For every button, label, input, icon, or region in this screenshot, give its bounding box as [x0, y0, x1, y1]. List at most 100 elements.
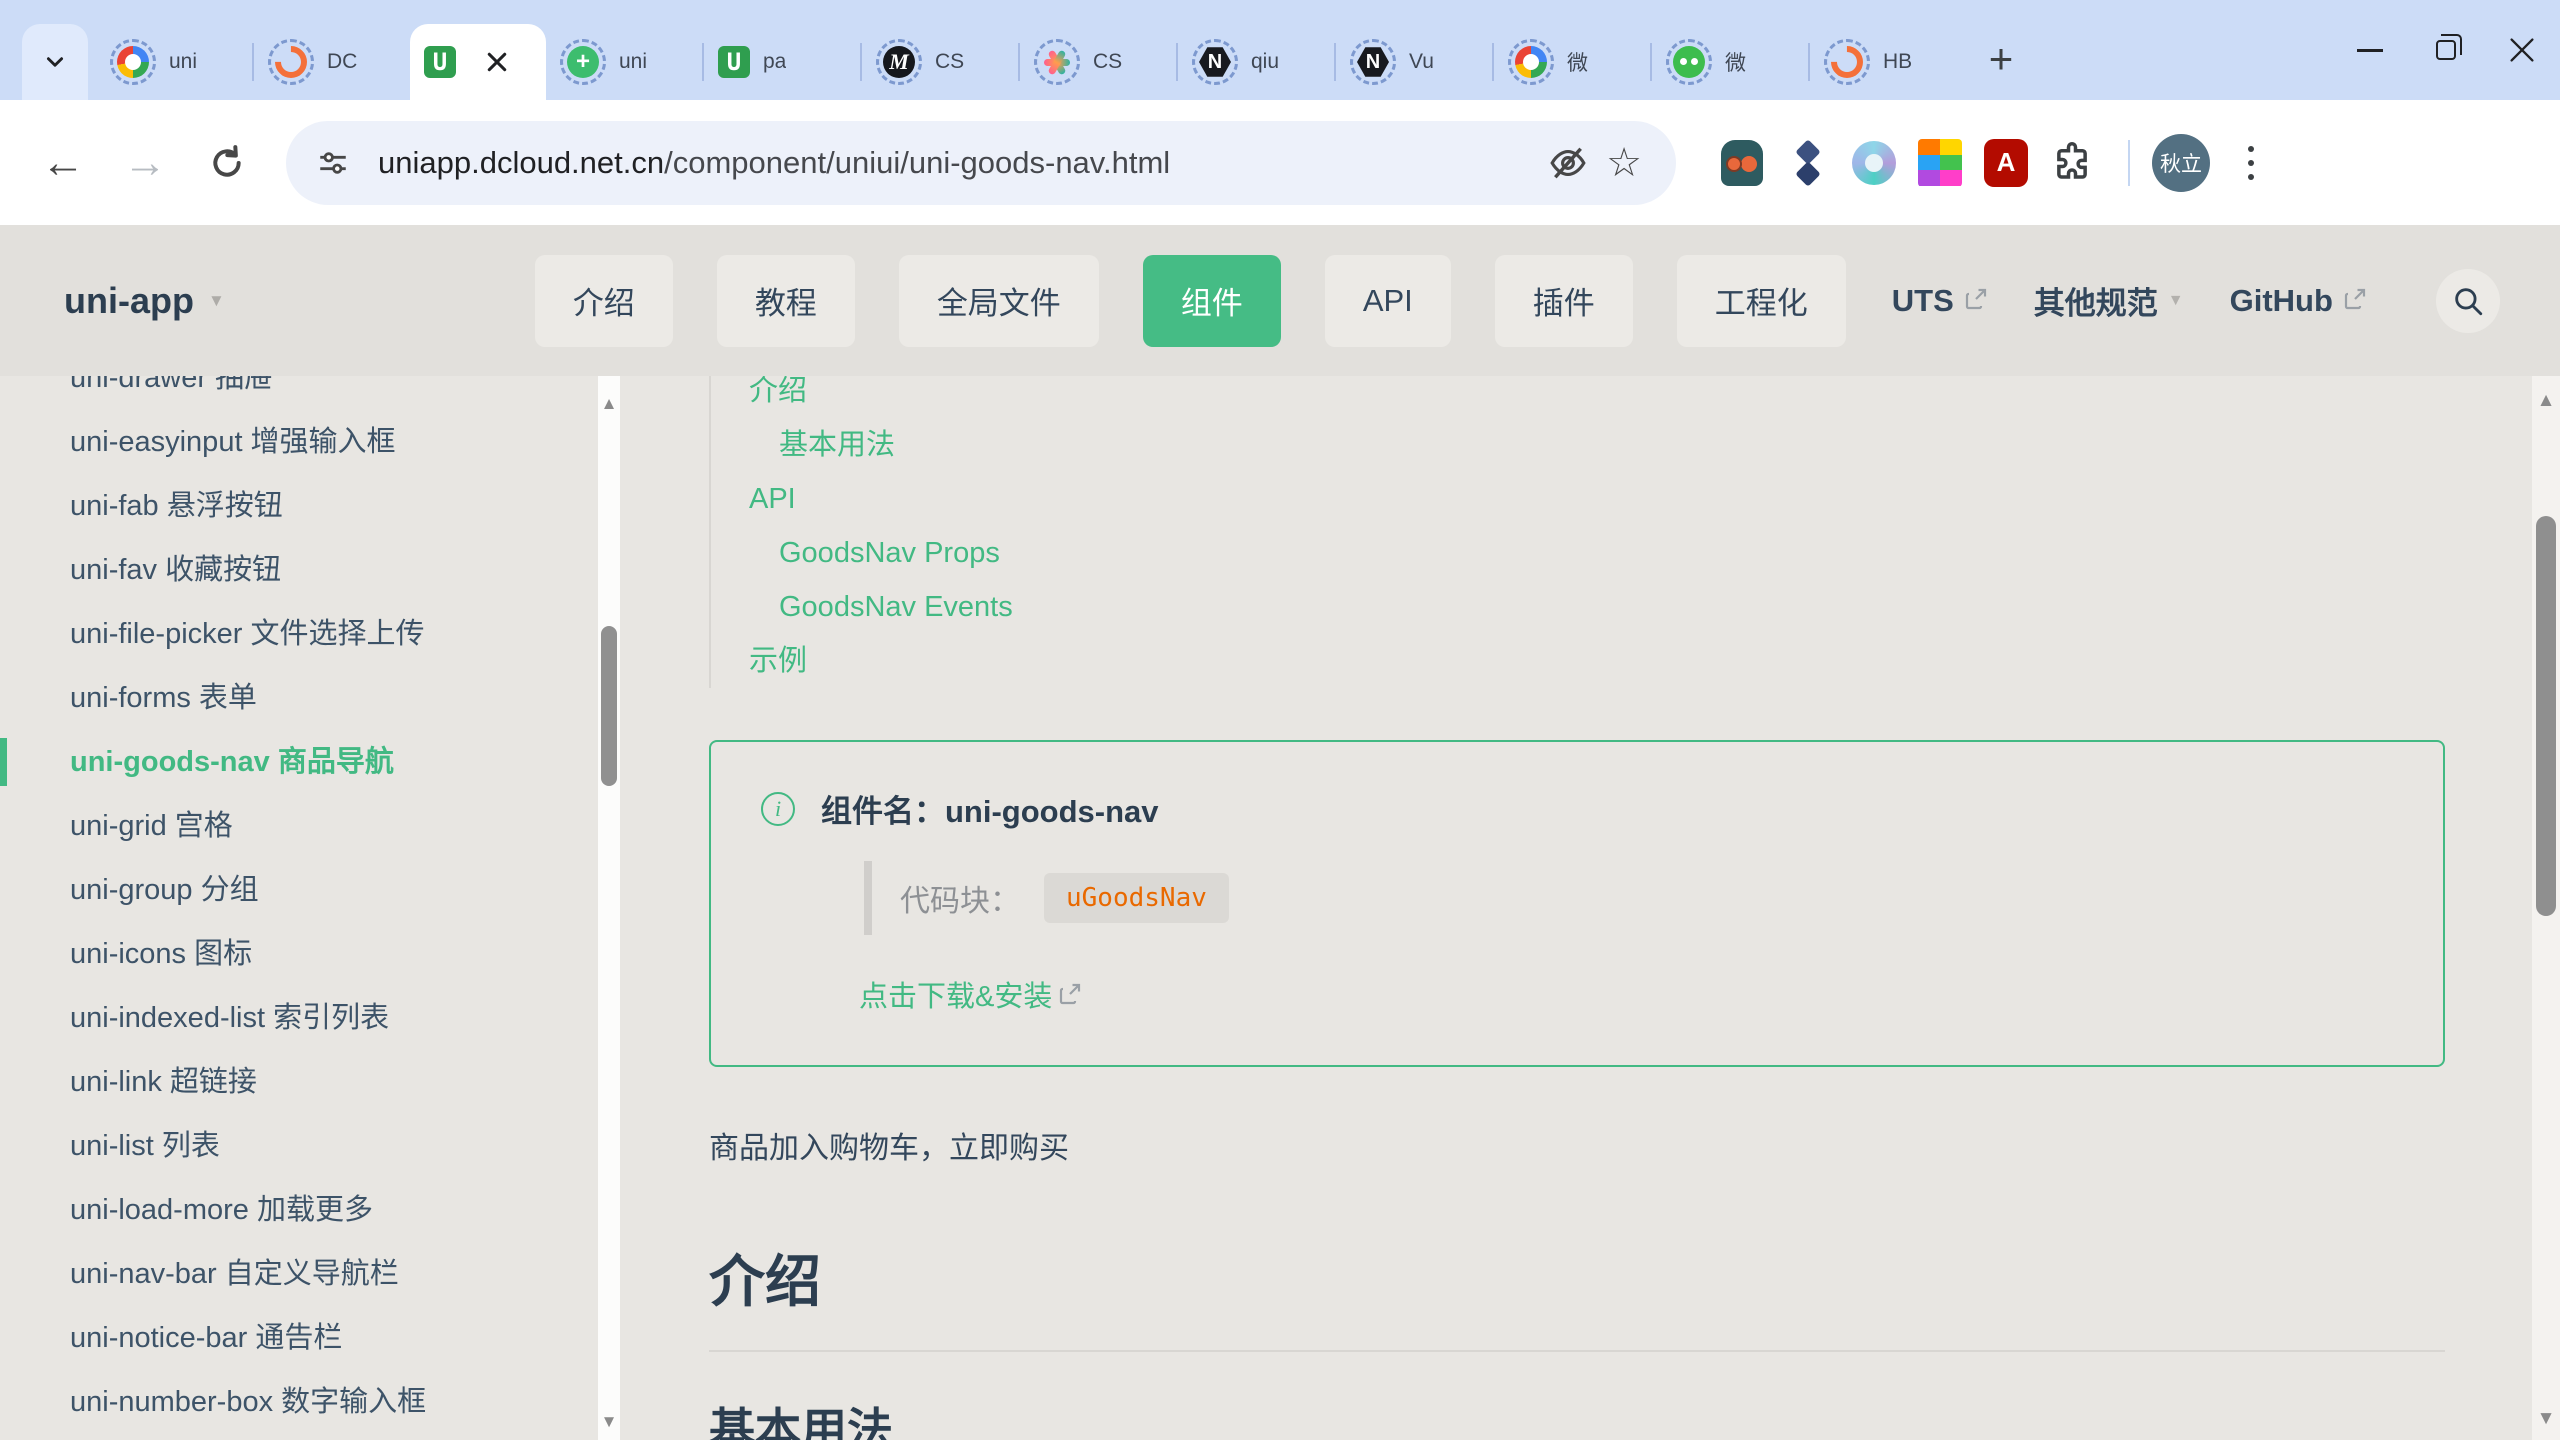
browser-tab[interactable]: 微 — [1652, 24, 1808, 100]
browser-tab[interactable]: U pa — [704, 24, 860, 100]
memory-saver-ring: M — [876, 39, 922, 85]
extensions-row: A — [1720, 141, 2094, 185]
tab-search-button[interactable] — [22, 24, 88, 100]
toc-link[interactable]: 示例 — [749, 634, 1013, 688]
sidebar-item[interactable]: uni-file-picker 文件选择上传 — [0, 602, 598, 666]
nav-item-tutorial[interactable]: 教程 — [717, 255, 855, 347]
nav-item-api[interactable]: API — [1325, 255, 1451, 347]
scroll-up-icon[interactable]: ▲ — [598, 394, 620, 414]
sidebar-item[interactable]: uni-grid 宫格 — [0, 794, 598, 858]
sidebar-item[interactable]: uni-forms 表单 — [0, 666, 598, 730]
tab-title: CS — [935, 50, 964, 74]
nav-item-intro[interactable]: 介绍 — [535, 255, 673, 347]
browser-tab[interactable]: N qiu — [1178, 24, 1334, 100]
new-tab-button[interactable]: + — [1972, 30, 2030, 88]
address-bar[interactable]: uniapp.dcloud.net.cn/component/uniui/uni… — [286, 121, 1676, 205]
memory-saver-ring — [1666, 39, 1712, 85]
reload-button[interactable] — [190, 126, 264, 200]
back-button[interactable]: ← — [26, 126, 100, 200]
search-button[interactable] — [2436, 269, 2500, 333]
uniapp-icon: U — [424, 46, 456, 78]
browser-tab[interactable]: CS — [1020, 24, 1176, 100]
tab-title: Vu — [1409, 50, 1434, 74]
toolbar-separator — [2128, 140, 2130, 186]
code-block-quote: 代码块： uGoodsNav — [864, 861, 2393, 935]
sidebar-item[interactable]: uni-nav-bar 自定义导航栏 — [0, 1242, 598, 1306]
forward-button[interactable]: → — [108, 126, 182, 200]
m-circle-icon: M — [883, 46, 915, 78]
tab-title: uni — [619, 50, 647, 74]
profile-avatar[interactable]: 秋立 — [2152, 134, 2210, 192]
browser-tab[interactable]: HB — [1810, 24, 1966, 100]
nav-item-plugins[interactable]: 插件 — [1495, 255, 1633, 347]
memory-saver-ring — [110, 39, 156, 85]
close-button[interactable] — [2484, 0, 2560, 100]
sidebar-item[interactable]: uni-easyinput 增强输入框 — [0, 410, 598, 474]
privacy-eye-off-icon[interactable] — [1540, 135, 1596, 191]
extension-acrobat-icon[interactable]: A — [1984, 141, 2028, 185]
browser-tab[interactable]: + uni — [546, 24, 702, 100]
google-icon — [1515, 46, 1547, 78]
toc-link[interactable]: 介绍 — [749, 376, 1013, 418]
scroll-up-icon[interactable]: ▲ — [2532, 390, 2560, 412]
browser-toolbar: ← → uniapp.dcloud.net.cn/component/uniui… — [0, 100, 2560, 225]
toc-link[interactable]: API — [749, 472, 1013, 526]
scroll-down-icon[interactable]: ▼ — [2532, 1408, 2560, 1430]
extension-swirl-icon[interactable] — [1852, 141, 1896, 185]
sidebar-item[interactable]: uni-notice-bar 通告栏 — [0, 1306, 598, 1370]
link-github[interactable]: GitHub — [2230, 283, 2367, 319]
nav-item-global-files[interactable]: 全局文件 — [899, 255, 1099, 347]
browser-tab-active[interactable]: U — [410, 24, 546, 100]
extension-clover-icon[interactable] — [1786, 141, 1830, 185]
scroll-down-icon[interactable]: ▼ — [598, 1412, 620, 1432]
sidebar-item[interactable]: uni-drawer 抽屉 — [0, 376, 598, 410]
nav-item-components[interactable]: 组件 — [1143, 255, 1281, 347]
site-logo[interactable]: uni-app ▼ — [64, 280, 225, 322]
uniapp-icon: U — [718, 46, 750, 78]
back-icon: ← — [41, 141, 85, 185]
toc-link[interactable]: GoodsNav Props — [749, 526, 1013, 580]
sidebar-item[interactable]: uni-group 分组 — [0, 858, 598, 922]
minimize-button[interactable] — [2332, 0, 2408, 100]
sidebar-item[interactable]: uni-fav 收藏按钮 — [0, 538, 598, 602]
sidebar-item[interactable]: uni-link 超链接 — [0, 1050, 598, 1114]
sidebar-item[interactable]: uni-icons 图标 — [0, 922, 598, 986]
link-uts[interactable]: UTS — [1892, 283, 1988, 319]
link-other-specs[interactable]: 其他规范 ▼ — [2034, 278, 2184, 323]
extension-skull-icon[interactable] — [1720, 141, 1764, 185]
sidebar-item[interactable]: uni-load-more 加载更多 — [0, 1178, 598, 1242]
sidebar-scrollbar[interactable]: ▲ ▼ — [598, 376, 620, 1440]
table-of-contents: 介绍 基本用法 API GoodsNav Props GoodsNav Even… — [709, 376, 1013, 688]
browser-tab[interactable]: uni — [96, 24, 252, 100]
extensions-puzzle-icon[interactable] — [2050, 141, 2094, 185]
n-hexagon-icon: N — [1199, 46, 1231, 78]
download-install-link[interactable]: 点击下载&安装 — [859, 973, 1082, 1015]
browser-tab[interactable]: DC — [254, 24, 410, 100]
url-host: uniapp.dcloud.net.cn — [378, 145, 664, 180]
tab-close-icon[interactable] — [486, 51, 508, 73]
sidebar-item[interactable]: uni-indexed-list 索引列表 — [0, 986, 598, 1050]
sidebar-item[interactable]: uni-number-box 数字输入框 — [0, 1370, 598, 1434]
restore-button[interactable] — [2408, 0, 2484, 100]
component-info-box: i 组件名：uni-goods-nav 代码块： uGoodsNav 点击下载&… — [709, 740, 2445, 1067]
browser-tab[interactable]: N Vu — [1336, 24, 1492, 100]
extension-color-grid-icon[interactable] — [1918, 141, 1962, 185]
sidebar-item[interactable]: uni-list 列表 — [0, 1114, 598, 1178]
site-settings-icon[interactable] — [302, 132, 364, 194]
browser-tab[interactable]: M CS — [862, 24, 1018, 100]
bookmark-star-icon[interactable]: ☆ — [1596, 135, 1652, 191]
page-scrollbar[interactable]: ▲ ▼ — [2532, 376, 2560, 1440]
sidebar-item-active[interactable]: uni-goods-nav 商品导航 — [0, 730, 598, 794]
reload-icon — [207, 143, 247, 183]
nav-item-engineering[interactable]: 工程化 — [1677, 255, 1846, 347]
toc-link[interactable]: 基本用法 — [749, 418, 1013, 472]
page-scrollbar-thumb[interactable] — [2536, 516, 2556, 916]
sidebar-scrollbar-thumb[interactable] — [601, 626, 617, 786]
browser-tab[interactable]: 微 — [1494, 24, 1650, 100]
toc-link[interactable]: GoodsNav Events — [749, 580, 1013, 634]
heading-divider — [709, 1350, 2445, 1352]
sidebar-item[interactable]: uni-fab 悬浮按钮 — [0, 474, 598, 538]
tab-title: HB — [1883, 50, 1912, 74]
browser-menu-icon[interactable] — [2226, 134, 2276, 192]
info-box-title-row: i 组件名：uni-goods-nav — [761, 786, 2393, 831]
